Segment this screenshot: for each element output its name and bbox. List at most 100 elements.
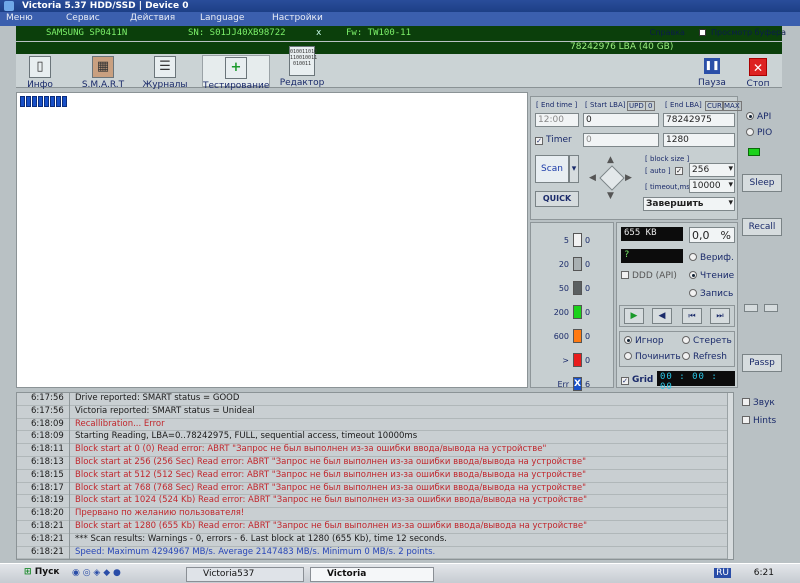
write-label: Запись — [700, 289, 734, 299]
zero-button[interactable]: 0 — [645, 101, 656, 111]
write-radio[interactable]: Запись — [689, 289, 733, 299]
timeout-select[interactable]: 10000 ▾ — [689, 179, 735, 193]
stop-button[interactable]: ✕ Стоп — [736, 52, 780, 96]
repair-label: Починить — [635, 352, 681, 362]
timer-label: Timer — [546, 135, 572, 145]
log-row: 6:18:19 Block start at 1024 (524 Kb) Read… — [17, 495, 729, 509]
step-forward-button[interactable]: ⏭ — [710, 308, 730, 324]
tab-editor-label: Редактор — [279, 78, 325, 88]
tab-logs[interactable]: ☰ Журналы — [142, 55, 188, 95]
scan-map — [16, 92, 528, 388]
log-message: Block start at 768 (768 Sec) Read error:… — [75, 482, 586, 493]
recall-button[interactable]: Recall — [742, 218, 782, 236]
finish-action-select[interactable]: Завершить ▾ — [643, 197, 735, 211]
menu-actions[interactable]: Действия — [130, 13, 175, 23]
tab-smart[interactable]: ▦ S.M.A.R.T — [78, 55, 128, 95]
task-folder[interactable]: Victoria537 — [186, 567, 304, 582]
arrow-left-icon[interactable]: ◀ — [589, 173, 596, 183]
verify-radio[interactable]: Вериф. — [689, 253, 734, 263]
read-radio[interactable]: Чтение — [689, 271, 734, 281]
scan-dropdown-button[interactable]: ▾ — [569, 155, 579, 183]
arrow-up-icon[interactable]: ▲ — [607, 155, 614, 165]
log-message: Block start at 0 (0) Read error: ABRT "З… — [75, 444, 547, 455]
sound-checkbox[interactable]: Звук — [742, 398, 775, 408]
timer-input[interactable]: 0 — [583, 133, 659, 147]
menu-main[interactable]: Меню — [6, 13, 33, 23]
ddd-api-label: DDD (API) — [632, 271, 677, 281]
tab-info[interactable]: ▯ Инфо — [22, 55, 58, 95]
stop-label: Стоп — [746, 79, 770, 89]
stop-icon: ✕ — [749, 58, 767, 76]
play-button[interactable]: ▶ — [624, 308, 644, 324]
repair-mode-group: Игнор Стереть Починить Refresh — [619, 331, 735, 367]
task-victoria[interactable]: Victoria — [310, 567, 434, 582]
timeout-label: [ timeout,ms ] — [645, 183, 695, 191]
tab-editor[interactable]: 010011010 110010011 010011 Редактор — [278, 45, 326, 88]
menu-view-buffer[interactable]: Просмотр буфера — [711, 28, 786, 37]
map-blocks — [20, 96, 67, 107]
task-victoria-label: Victoria — [327, 569, 367, 579]
small-button-right[interactable] — [764, 304, 778, 312]
log-row: 6:18:09 Recallibration... Error — [17, 418, 729, 432]
buffer-checkbox[interactable] — [699, 29, 707, 36]
arrow-right-icon[interactable]: ▶ — [625, 173, 632, 183]
direction-pad[interactable]: ▲ ▼ ◀ ▶ — [589, 155, 635, 201]
scan-button[interactable]: Scan — [535, 155, 569, 183]
menu-service[interactable]: Сервис — [66, 13, 100, 23]
latency-label: 20 — [558, 260, 569, 269]
menu-bar: Меню Сервис Действия Language Настройки — [0, 12, 800, 26]
log-time: 6:18:19 — [31, 495, 64, 506]
hints-checkbox[interactable]: Hints — [742, 416, 776, 426]
grid-checkbox[interactable]: ✓ Grid — [621, 375, 653, 385]
log-message: Recallibration... Error — [75, 418, 165, 429]
quick-button[interactable]: QUICK — [535, 191, 579, 207]
refresh-radio[interactable]: Refresh — [682, 352, 727, 362]
end-time-input[interactable]: 12:00 — [535, 113, 579, 127]
pause-button[interactable]: ❚❚ Пауза — [694, 52, 730, 96]
latency-count: 6 — [585, 380, 591, 389]
device-firmware: Fw: TW100-11 — [346, 28, 412, 38]
start-button[interactable]: ⊞ Пуск — [24, 567, 64, 581]
block-size-select[interactable]: 256 ▾ — [689, 163, 735, 177]
passport-button[interactable]: Passp — [742, 354, 782, 372]
api-radio[interactable]: API — [746, 112, 771, 122]
map-block — [62, 96, 67, 107]
map-block — [32, 96, 37, 107]
upd-button[interactable]: UPD — [627, 101, 646, 111]
block-size-value: 256 — [692, 165, 710, 175]
map-block — [56, 96, 61, 107]
ddd-api-checkbox[interactable]: DDD (API) — [621, 271, 677, 281]
step-back-button[interactable]: ⏮ — [682, 308, 702, 324]
end-lba-input[interactable]: 78242975 — [663, 113, 735, 127]
device-model[interactable]: SAMSUNG SP0411N — [46, 28, 127, 38]
arrow-down-icon[interactable]: ▼ — [607, 191, 614, 201]
erase-radio[interactable]: Стереть — [682, 336, 732, 346]
sleep-button[interactable]: Sleep — [742, 174, 782, 192]
menu-settings[interactable]: Настройки — [272, 13, 323, 23]
log-time: 6:18:17 — [31, 482, 64, 493]
auto-checkbox[interactable]: ✓ — [675, 167, 683, 175]
max-button[interactable]: MAX — [722, 101, 742, 111]
menu-language[interactable]: Language — [200, 13, 244, 23]
pio-radio[interactable]: PIO — [746, 128, 772, 138]
device-close-icon[interactable]: x — [316, 28, 321, 38]
log-time: 6:18:21 — [31, 546, 64, 557]
language-indicator[interactable]: RU — [714, 568, 731, 578]
timer-checkbox[interactable]: ✓ Timer — [535, 135, 572, 145]
tab-testing[interactable]: + Тестирование — [202, 55, 270, 91]
ignore-label: Игнор — [635, 336, 664, 346]
log-scrollbar[interactable] — [727, 393, 733, 559]
log-row: 6:18:15 Block start at 512 (512 Sec) Read… — [17, 469, 729, 483]
ignore-radio[interactable]: Игнор — [624, 336, 664, 346]
repair-radio[interactable]: Починить — [624, 352, 681, 362]
current-lba-input[interactable]: 1280 — [663, 133, 735, 147]
quicklaunch-icons[interactable]: ◉ ◎ ◈ ◆ ● — [72, 568, 121, 578]
menu-help[interactable]: Справка — [650, 28, 685, 37]
rewind-button[interactable]: ◀ — [652, 308, 672, 324]
log-time: 6:17:56 — [31, 405, 64, 416]
toolbar: 78242976 LBA (40 GB) ▯ Инфо ▦ S.M.A.R.T … — [16, 42, 782, 91]
error-mark-icon: X — [574, 379, 581, 389]
log-message: *** Scan results: Warnings - 0, errors -… — [75, 533, 447, 544]
start-lba-input[interactable]: 0 — [583, 113, 659, 127]
small-button-left[interactable] — [744, 304, 758, 312]
